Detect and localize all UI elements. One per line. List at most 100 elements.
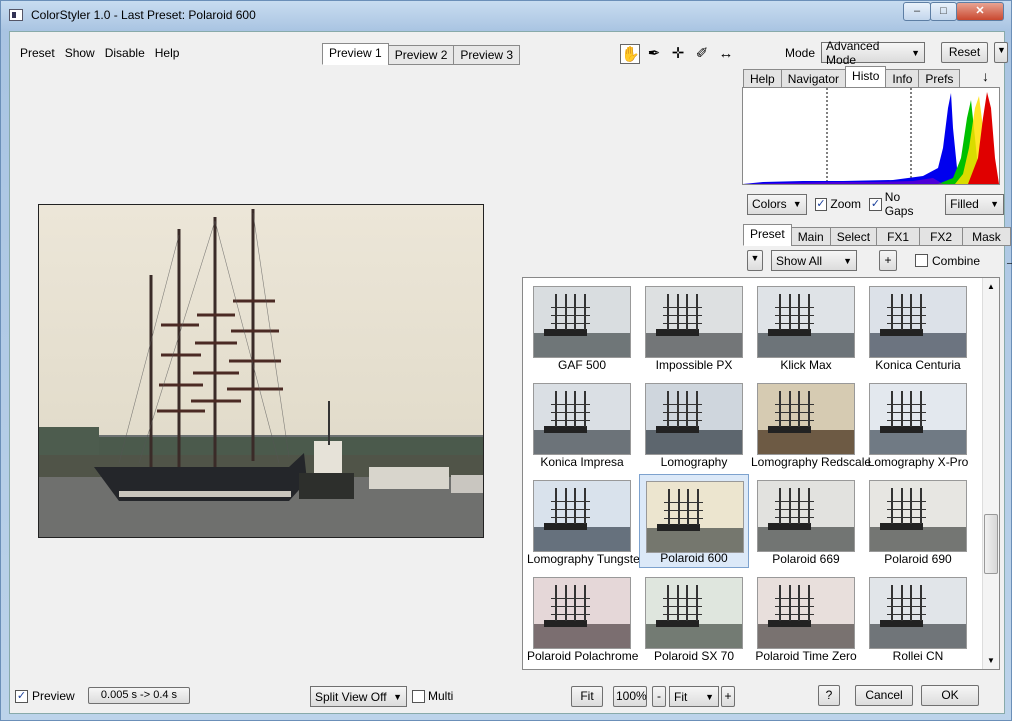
eyedropper-icon[interactable]: ✒ <box>644 44 664 64</box>
preset-label: Polaroid Polachrome <box>527 649 639 663</box>
preset-thumbnail[interactable]: Polaroid 600 <box>639 474 749 568</box>
cancel-button[interactable]: Cancel <box>855 685 913 706</box>
scroll-down-icon[interactable]: ▼ <box>987 656 995 665</box>
preset-thumbnail[interactable]: Konica Impresa <box>527 377 637 471</box>
chevron-down-icon: ▼ <box>705 691 714 702</box>
tab-preview-3[interactable]: Preview 3 <box>453 45 521 65</box>
menu-bar: Preset Show Disable Help <box>20 46 179 60</box>
preset-thumbnail[interactable]: Impossible PX <box>639 280 749 374</box>
minimize-button[interactable]: – <box>903 2 931 21</box>
tab-preview-2[interactable]: Preview 2 <box>387 45 455 65</box>
zoom-100-button[interactable]: 100% <box>613 686 647 707</box>
ok-button[interactable]: OK <box>921 685 979 706</box>
preset-preview-image <box>533 480 631 552</box>
tab-mask[interactable]: Mask <box>962 227 1011 246</box>
nogaps-label: No Gaps <box>884 190 914 218</box>
split-arrows-icon[interactable]: ↔ <box>716 44 736 64</box>
hand-icon[interactable]: ✋ <box>620 44 640 64</box>
fit-button[interactable]: Fit <box>571 686 603 707</box>
preset-preview-image <box>757 577 855 649</box>
tab-preset[interactable]: Preset <box>743 224 792 246</box>
window-title: ColorStyler 1.0 - Last Preset: Polaroid … <box>31 8 256 22</box>
multi-checkbox[interactable] <box>412 689 425 703</box>
arrow-down-icon[interactable]: ↓ <box>982 68 989 84</box>
mode-group: Mode Advanced Mode ▼ Reset ▼ <box>785 39 1009 67</box>
preset-preview-image <box>869 383 967 455</box>
close-button[interactable]: ✕ <box>956 2 1004 21</box>
split-view-select[interactable]: Split View Off ▼ <box>310 686 407 707</box>
gallery-scrollbar[interactable]: ▲ ▼ <box>982 278 999 669</box>
preset-preview-image <box>533 577 631 649</box>
preset-thumbnail[interactable]: Polaroid Polachrome <box>527 571 639 665</box>
add-preset-button[interactable]: + <box>879 250 897 271</box>
preview-image[interactable] <box>38 204 484 538</box>
main-client-area: Preset Show Disable Help Preview 1 Previ… <box>9 31 1012 714</box>
preset-label: Lomography <box>660 455 728 469</box>
histo-style-select[interactable]: Filled ▼ <box>945 193 1004 215</box>
preset-filter-select[interactable]: Show All ▼ <box>771 250 857 271</box>
preset-preview-image <box>869 286 967 358</box>
tab-main[interactable]: Main <box>790 227 831 246</box>
preset-thumbnail[interactable]: Klick Max <box>751 280 861 374</box>
preset-thumbnail[interactable]: Lomography Tungsten <box>527 474 647 568</box>
menu-disable[interactable]: Disable <box>105 46 145 60</box>
chevron-down-icon: ▼ <box>393 691 402 702</box>
preset-label: Polaroid 669 <box>772 552 840 566</box>
preset-thumbnail[interactable]: Lomography Redscale <box>751 377 872 471</box>
channel-select[interactable]: Colors ▼ <box>747 193 807 215</box>
scroll-up-icon[interactable]: ▲ <box>987 282 995 291</box>
preset-tabs: Preset Main Select FX1 FX2 Mask <box>743 224 1011 246</box>
preset-label: Polaroid Time Zero <box>755 649 857 663</box>
zoom-in-button[interactable]: + <box>721 686 735 707</box>
preset-thumbnail[interactable]: Polaroid 690 <box>863 474 973 568</box>
preset-menu-button[interactable]: ▼ <box>747 250 763 271</box>
menu-show[interactable]: Show <box>65 46 95 60</box>
preset-thumbnail[interactable]: Polaroid Time Zero <box>751 571 861 665</box>
preset-thumbnail[interactable]: GAF 500 <box>527 280 637 374</box>
crosshair-icon[interactable]: ✛ <box>668 44 688 64</box>
preset-label: Polaroid SX 70 <box>653 649 735 663</box>
preset-thumbnail[interactable]: Rollei CN <box>863 571 973 665</box>
menu-help[interactable]: Help <box>155 46 180 60</box>
preset-thumbnail[interactable]: Lomography <box>639 377 749 471</box>
help-button[interactable]: ? <box>818 685 840 706</box>
preset-thumbnail[interactable]: Konica Centuria <box>863 280 973 374</box>
histo-controls: Colors ▼ ✓ Zoom ✓ No Gaps Filled ▼ <box>747 190 1004 218</box>
status-bar: ✓ Preview 0.005 s -> 0.4 s Split View Of… <box>10 680 1004 714</box>
tab-preview-1[interactable]: Preview 1 <box>322 43 389 65</box>
tall-ship-photo <box>39 205 483 537</box>
preset-preview-image <box>645 577 743 649</box>
tab-select[interactable]: Select <box>829 227 878 246</box>
combine-checkbox[interactable] <box>915 254 928 267</box>
nogaps-checkbox[interactable]: ✓ <box>869 197 882 211</box>
multi-toggle: Multi <box>412 689 453 703</box>
preview-checkbox[interactable]: ✓ <box>15 689 28 703</box>
tab-fx1[interactable]: FX1 <box>876 227 921 246</box>
tab-help[interactable]: Help <box>743 69 782 88</box>
multi-label: Multi <box>428 689 454 703</box>
reset-menu-button[interactable]: ▼ <box>994 42 1009 63</box>
zoom-out-button[interactable]: - <box>652 686 666 707</box>
tab-info[interactable]: Info <box>885 69 920 88</box>
app-window: ColorStyler 1.0 - Last Preset: Polaroid … <box>0 0 1012 721</box>
tab-navigator[interactable]: Navigator <box>780 69 847 88</box>
preset-label: Polaroid 600 <box>660 551 728 565</box>
preset-thumbnail[interactable]: Polaroid 669 <box>751 474 861 568</box>
zoom-checkbox[interactable]: ✓ <box>814 197 828 211</box>
preset-thumbnail[interactable]: Polaroid SX 70 <box>639 571 749 665</box>
mode-select[interactable]: Advanced Mode ▼ <box>821 39 926 67</box>
arrow-right-icon[interactable]: → <box>1004 253 1012 269</box>
brush-icon[interactable]: ✐ <box>692 44 712 64</box>
reset-button[interactable]: Reset <box>941 42 989 63</box>
zoom-select[interactable]: Fit ▼ <box>669 686 719 707</box>
scroll-thumb[interactable] <box>984 514 998 574</box>
tab-histo[interactable]: Histo <box>845 66 887 88</box>
preset-thumbnail[interactable]: Lomography X-Pro <box>863 377 973 471</box>
preset-label: Lomography Tungsten <box>527 552 647 566</box>
maximize-button[interactable]: □ <box>930 2 957 21</box>
preset-label: Lomography Redscale <box>751 455 872 469</box>
preset-preview-image <box>757 383 855 455</box>
menu-preset[interactable]: Preset <box>20 46 55 60</box>
tab-fx2[interactable]: FX2 <box>919 227 964 246</box>
tab-prefs[interactable]: Prefs <box>918 69 961 88</box>
